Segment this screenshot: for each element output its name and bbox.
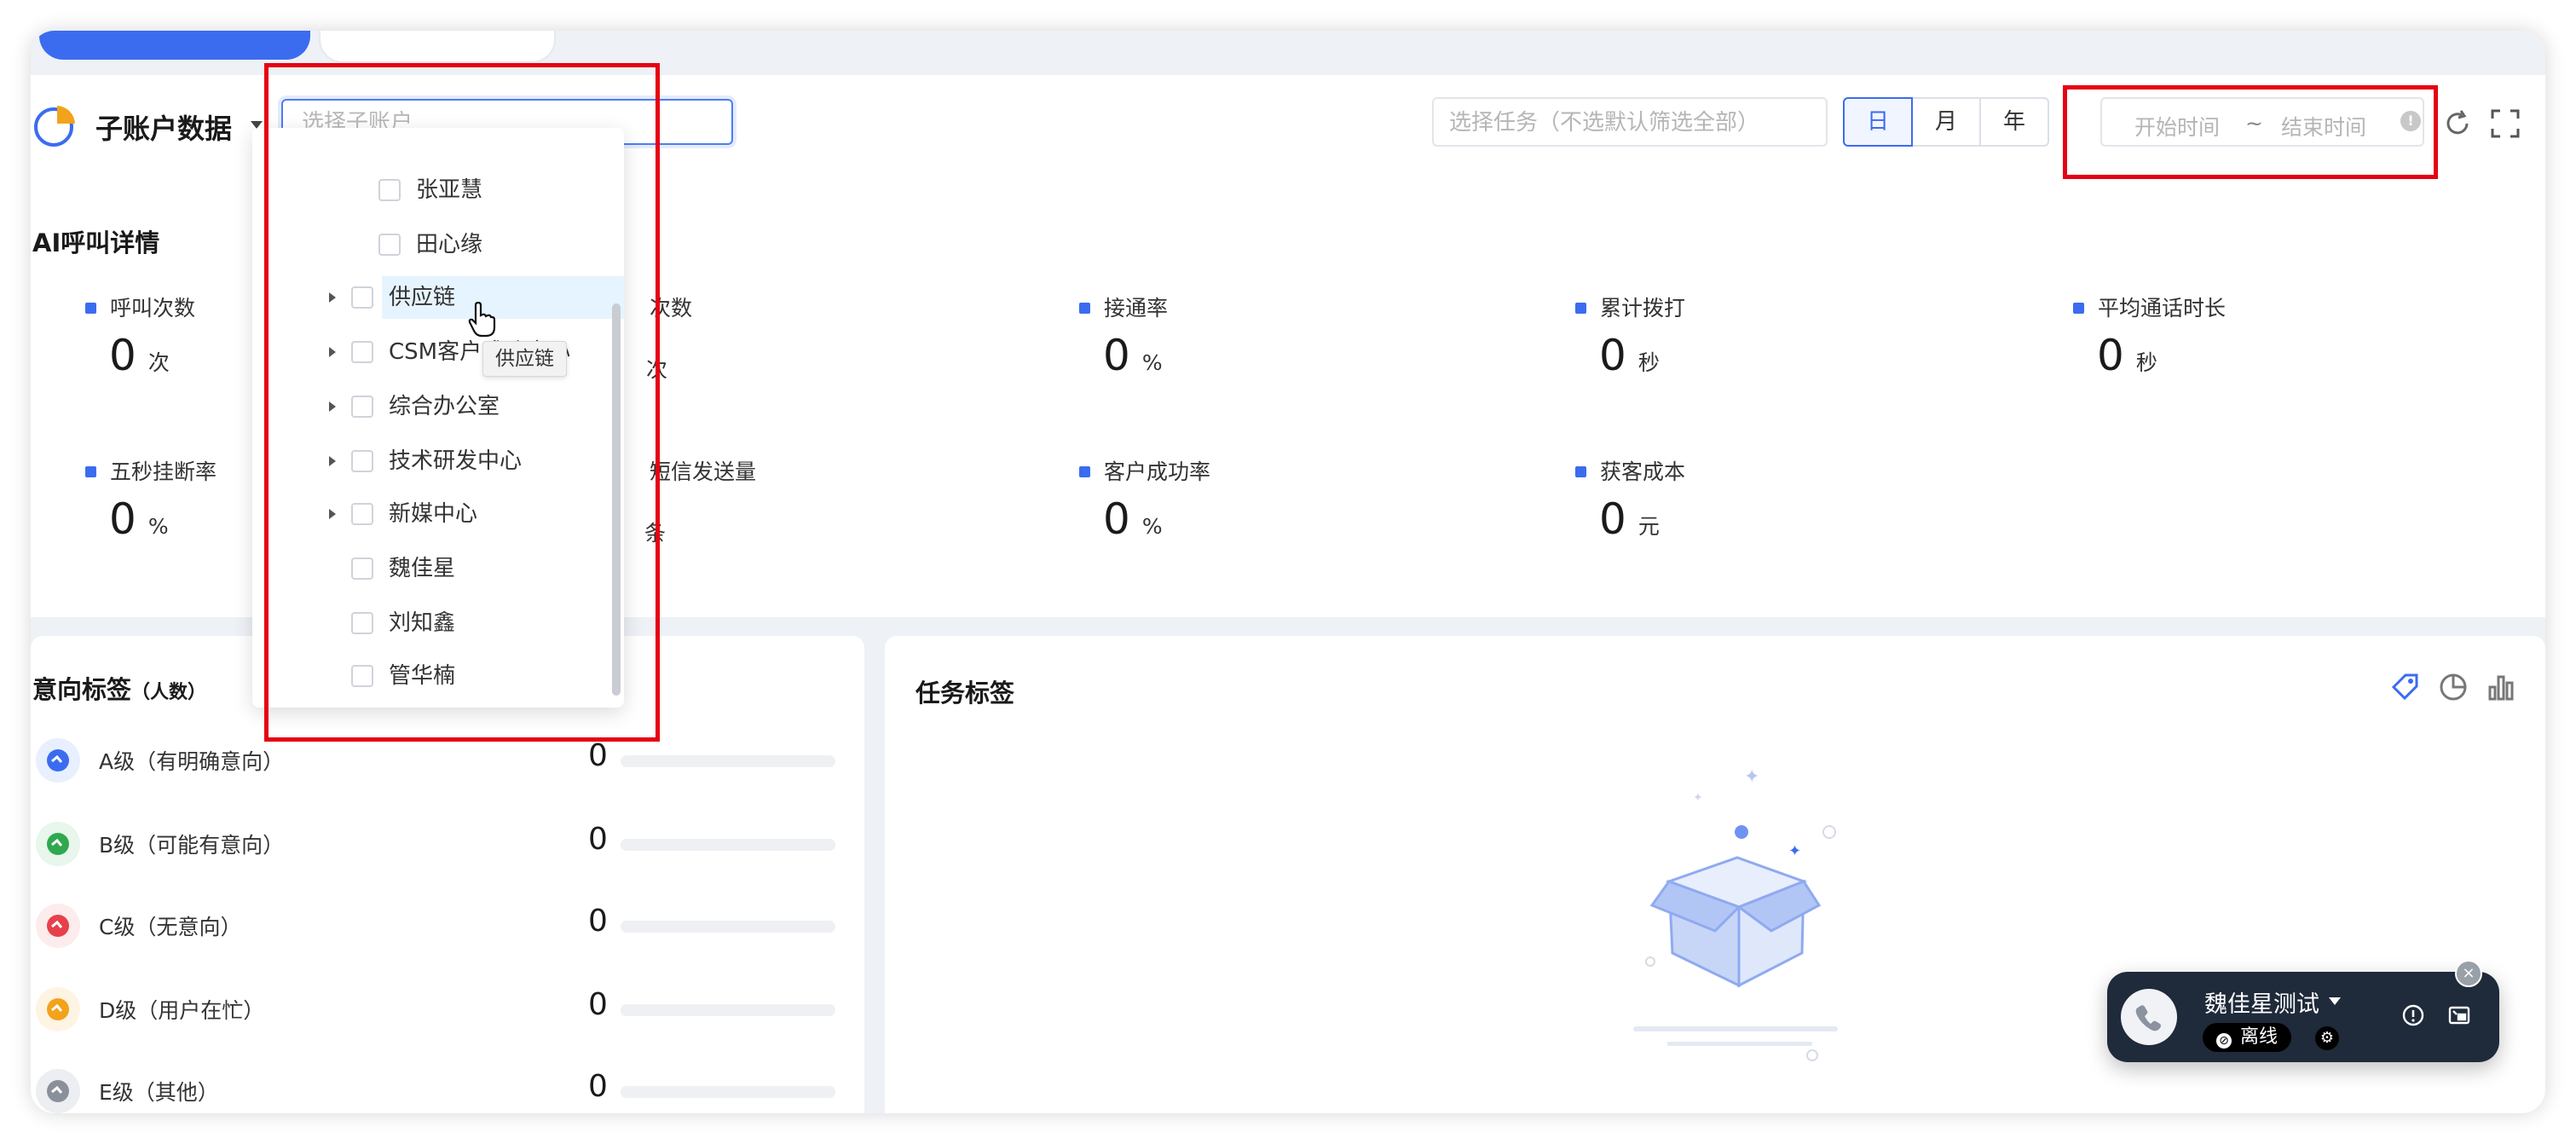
grade-a-icon bbox=[36, 738, 80, 783]
metric-label: 短信发送量 bbox=[650, 459, 757, 484]
period-day-button[interactable]: 日 bbox=[1843, 97, 1913, 147]
status-text: 离线 bbox=[2240, 1026, 2279, 1048]
grade-a-label: A级（有明确意向） bbox=[99, 749, 285, 774]
metric-label: 累计拨打 bbox=[1575, 292, 1685, 322]
metric-label: 五秒挂断率 bbox=[85, 455, 217, 486]
inactive-tab[interactable] bbox=[319, 31, 556, 63]
pie-view-icon[interactable] bbox=[2438, 672, 2469, 702]
task-select[interactable]: 选择任务（不选默认筛选全部） bbox=[1432, 97, 1828, 147]
grade-a-bar bbox=[621, 755, 835, 767]
grade-b-count: 0 bbox=[588, 822, 608, 857]
grade-b-label: B级（可能有意向） bbox=[99, 833, 285, 858]
metric-label: 平均通话时长 bbox=[2073, 292, 2226, 322]
grade-c-label: C级（无意向） bbox=[99, 915, 242, 939]
grade-e-icon bbox=[36, 1069, 80, 1113]
task-tags-title: 任务标签 bbox=[915, 679, 1015, 708]
phone-icon[interactable] bbox=[2121, 989, 2177, 1045]
call-widget-close-icon[interactable]: × bbox=[2455, 960, 2482, 987]
page-title: 子账户数据 bbox=[95, 113, 233, 145]
grade-c-count: 0 bbox=[588, 904, 608, 939]
grade-d-bar bbox=[621, 1004, 835, 1016]
grade-e-label: E级（其他） bbox=[99, 1080, 219, 1105]
highlight-box-sub-account bbox=[264, 63, 660, 742]
grade-e-bar bbox=[621, 1086, 835, 1098]
refresh-icon[interactable] bbox=[2443, 109, 2472, 138]
status-badge[interactable]: ⊘ 离线 bbox=[2203, 1023, 2292, 1052]
grade-a-count: 0 bbox=[588, 738, 608, 773]
grade-d-count: 0 bbox=[588, 987, 608, 1022]
minimize-window-icon[interactable] bbox=[2446, 1002, 2472, 1028]
metric-label: 呼叫次数 bbox=[85, 292, 195, 322]
settings-icon[interactable]: ⚙ bbox=[2315, 1026, 2339, 1050]
grade-b-bar bbox=[621, 839, 835, 851]
ai-call-title: AI呼叫详情 bbox=[32, 228, 160, 257]
grade-c-bar bbox=[621, 921, 835, 933]
active-tab-indicator[interactable] bbox=[39, 31, 310, 60]
metric-label: 接通率 bbox=[1079, 292, 1168, 322]
grade-d-icon bbox=[36, 987, 80, 1031]
metric-value: 0% bbox=[1103, 331, 1163, 380]
metric-value: 0元 bbox=[1599, 494, 1660, 544]
intent-title: 意向标签（人数） bbox=[32, 675, 207, 704]
svg-text:✦: ✦ bbox=[1744, 766, 1759, 788]
grade-c-icon bbox=[36, 904, 80, 948]
empty-box-illustration: ✦ ✦ ✦ bbox=[1548, 730, 1923, 1071]
metric-value: 0秒 bbox=[2097, 331, 2157, 380]
tag-icon[interactable] bbox=[2390, 672, 2421, 702]
metric-label: 客户成功率 bbox=[1079, 455, 1210, 486]
agent-caret-down-icon[interactable] bbox=[2329, 997, 2341, 1005]
svg-text:✦: ✦ bbox=[1693, 791, 1703, 805]
bar-view-icon[interactable] bbox=[2486, 672, 2516, 702]
agent-name: 魏佳星测试 bbox=[2204, 991, 2319, 1018]
svg-text:✦: ✦ bbox=[1788, 842, 1801, 860]
metric-value: 0次 bbox=[109, 331, 170, 380]
metric-value: 0% bbox=[109, 494, 169, 544]
period-month-button[interactable]: 月 bbox=[1911, 97, 1981, 147]
call-widget[interactable]: 魏佳星测试 ⊘ 离线 ⚙ bbox=[2107, 972, 2499, 1062]
metric-value: 0% bbox=[1103, 494, 1163, 544]
grade-e-count: 0 bbox=[588, 1069, 608, 1104]
metric-value: 0秒 bbox=[1599, 331, 1660, 380]
offline-icon: ⊘ bbox=[2216, 1033, 2232, 1049]
period-year-button[interactable]: 年 bbox=[1979, 97, 2049, 147]
pie-chart-icon bbox=[31, 101, 80, 150]
grade-b-icon bbox=[36, 822, 80, 866]
grade-d-label: D级（用户在忙） bbox=[99, 998, 265, 1023]
info-outline-icon[interactable] bbox=[2400, 1002, 2426, 1028]
highlight-box-date-range bbox=[2063, 85, 2438, 179]
metric-label: 获客成本 bbox=[1575, 455, 1685, 486]
fullscreen-icon[interactable] bbox=[2491, 109, 2520, 138]
